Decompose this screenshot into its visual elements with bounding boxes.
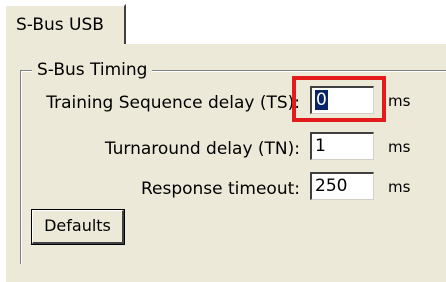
tab-label: S-Bus USB [16,15,104,35]
red-highlight-box [292,76,386,122]
group-title: S-Bus Timing [32,59,153,81]
turnaround-delay-label: Turnaround delay (TN): [104,139,300,159]
defaults-button[interactable]: Defaults [32,210,124,244]
turnaround-delay-input[interactable]: 1 [310,132,374,160]
training-sequence-delay-label: Training Sequence delay (TS): [46,93,300,113]
turnaround-delay-unit: ms [388,138,411,156]
response-timeout-unit: ms [388,178,411,196]
response-timeout-input[interactable]: 250 [310,172,374,200]
tab-s-bus-usb[interactable]: S-Bus USB [4,4,126,44]
response-timeout-label: Response timeout: [140,179,300,199]
training-sequence-delay-unit: ms [388,92,411,110]
